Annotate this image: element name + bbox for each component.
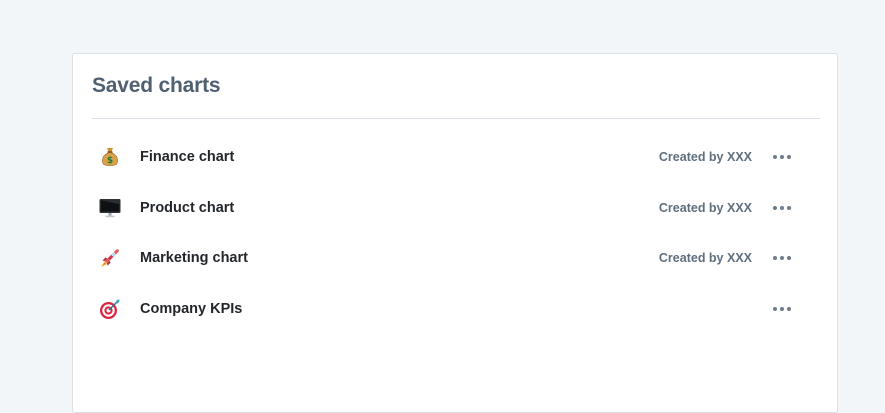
chart-list: $ Finance chart Created by XXX Product c [92,132,820,334]
created-by-label: Created by XXX [658,150,752,165]
divider [92,118,820,119]
more-options-button[interactable] [770,250,794,266]
more-options-button[interactable] [770,149,794,165]
chart-row-product[interactable]: Product chart Created by XXX [92,183,820,234]
more-options-button[interactable] [770,200,794,216]
panel-title: Saved charts [92,74,221,97]
target-icon [98,297,122,321]
chart-row-finance[interactable]: $ Finance chart Created by XXX [92,132,820,183]
chart-name: Company KPIs [140,300,243,317]
created-by-label: Created by XXX [658,200,752,215]
chart-row-marketing[interactable]: Marketing chart Created by XXX [92,233,820,284]
chart-name: Product chart [140,199,235,216]
chart-row-company-kpis[interactable]: Company KPIs [92,284,820,335]
chart-name: Finance chart [140,149,235,166]
money-bag-icon: $ [98,145,122,169]
saved-charts-panel: Saved charts $ Finance chart Created by … [72,53,838,413]
desktop-computer-icon [98,196,122,220]
rocket-icon [98,246,122,270]
chart-name: Marketing chart [140,250,248,267]
more-options-button[interactable] [770,301,794,317]
created-by-label: Created by XXX [658,251,752,266]
svg-text:$: $ [107,156,113,166]
